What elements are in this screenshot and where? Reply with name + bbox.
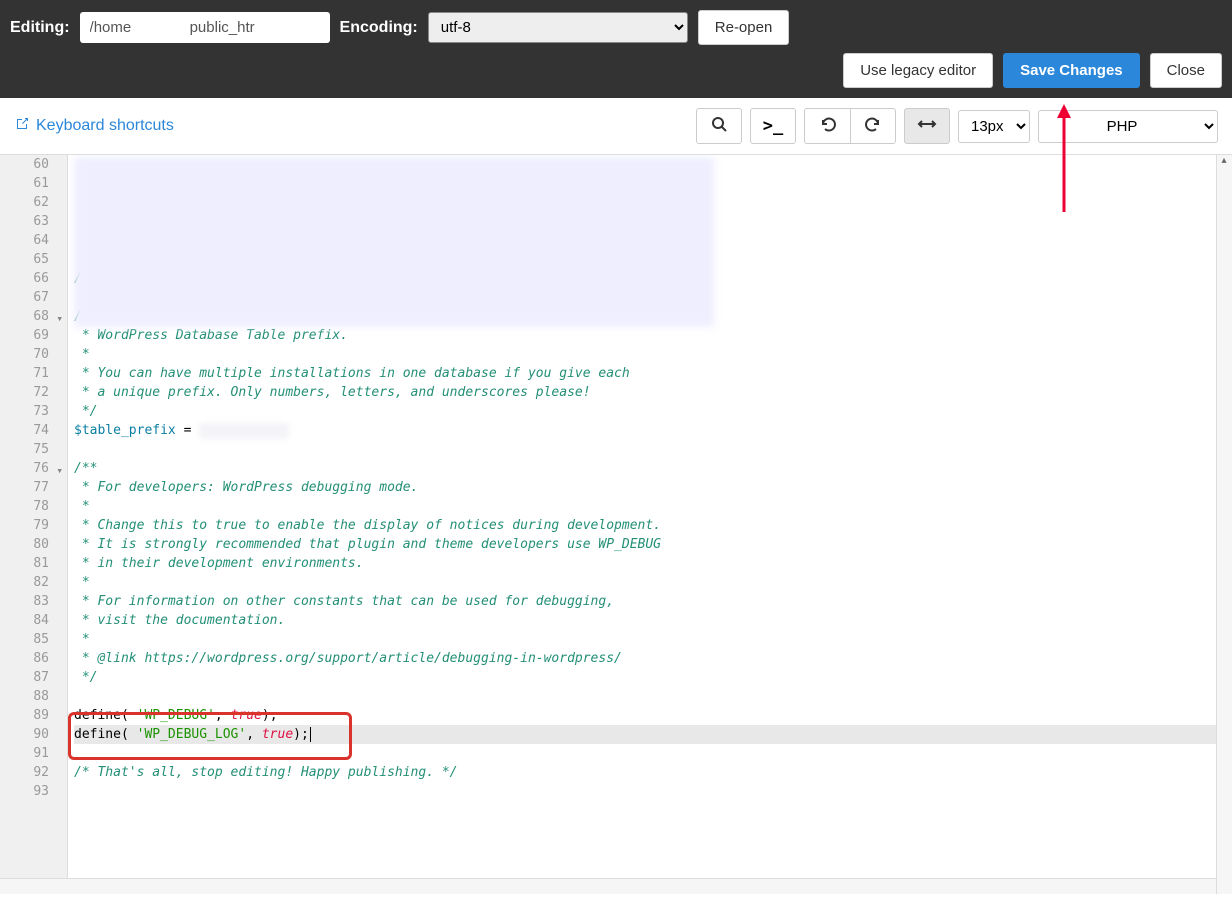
save-changes-button[interactable]: Save Changes — [1003, 53, 1140, 88]
search-icon — [711, 116, 727, 137]
legacy-editor-button[interactable]: Use legacy editor — [843, 53, 993, 88]
undo-icon — [819, 115, 837, 138]
editor-toolbar: Keyboard shortcuts >_ 13px PHP — [0, 98, 1232, 154]
editing-label: Editing: — [10, 19, 70, 37]
wrap-toggle-button[interactable] — [904, 108, 950, 144]
close-button[interactable]: Close — [1150, 53, 1222, 88]
terminal-icon: >_ — [763, 116, 783, 136]
external-link-icon — [14, 116, 30, 137]
horizontal-arrows-icon — [917, 116, 937, 136]
language-select[interactable]: PHP — [1038, 110, 1218, 143]
redo-icon — [864, 115, 882, 138]
scroll-up-arrow[interactable]: ▴ — [1216, 155, 1232, 171]
redo-button[interactable] — [850, 108, 896, 144]
code-editor[interactable]: 606162636465666768▾6970717273747576▾7778… — [0, 154, 1232, 894]
encoding-label: Encoding: — [340, 19, 418, 37]
reopen-button[interactable]: Re-open — [698, 10, 790, 45]
font-size-select[interactable]: 13px — [958, 110, 1030, 143]
code-content[interactable]: /**#@-*//** * WordPress Database Table p… — [68, 155, 1216, 801]
file-path-input[interactable] — [80, 12, 330, 43]
top-bar: Editing: Encoding: utf-8 Re-open Use leg… — [0, 0, 1232, 98]
horizontal-scrollbar[interactable] — [0, 878, 1216, 894]
line-gutter: 606162636465666768▾6970717273747576▾7778… — [0, 155, 68, 894]
undo-button[interactable] — [804, 108, 850, 144]
keyboard-shortcuts-link[interactable]: Keyboard shortcuts — [14, 116, 174, 137]
terminal-button[interactable]: >_ — [750, 108, 796, 144]
search-button[interactable] — [696, 108, 742, 144]
vertical-scrollbar[interactable]: ▴ — [1216, 155, 1232, 894]
encoding-select[interactable]: utf-8 — [428, 12, 688, 43]
